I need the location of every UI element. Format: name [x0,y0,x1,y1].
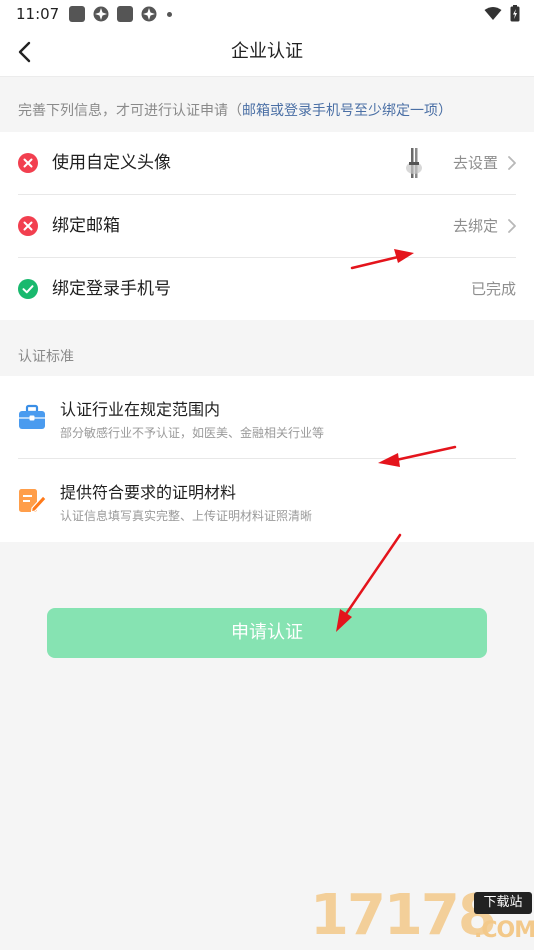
watermark-digits: 17178 [310,883,497,948]
wifi-icon [484,6,502,25]
nav-bar: 企业认证 [0,28,534,77]
notification-more-dot-icon [167,11,173,17]
site-watermark: 17178 下载站 .COM [306,883,534,948]
watermark-tag: 下载站 [474,892,532,914]
battery-icon [510,5,520,26]
apply-certification-button[interactable]: 申请认证 [47,608,487,658]
requirements-notice: 完善下列信息，才可进行认证申请（邮箱或登录手机号至少绑定一项） [18,100,452,120]
standard-item-industry: 认证行业在规定范围内 部分敏感行业不予认证，如医美、金融相关行业等 [0,376,534,458]
notice-prefix: 完善下列信息，才可进行认证申请（ [18,103,242,119]
status-bar: 11:07 [0,0,534,28]
notification-aperture-icon [93,6,109,22]
requirement-status-text: 已完成 [470,280,516,298]
status-time: 11:07 [16,5,60,23]
notice-link-text: 邮箱或登录手机号至少绑定一项 [242,103,438,119]
error-x-icon [18,153,38,173]
document-edit-icon [18,486,47,514]
requirement-label: 绑定邮箱 [52,216,120,236]
requirement-action[interactable]: 去绑定 [453,195,498,257]
check-circle-icon [18,279,38,299]
standard-title: 认证行业在规定范围内 [60,400,221,419]
chevron-right-icon [506,154,518,172]
notification-app-icon-2 [117,6,134,22]
standard-title: 提供符合要求的证明材料 [60,483,237,502]
back-arrow-icon[interactable] [12,38,40,66]
requirement-row-avatar[interactable]: 使用自定义头像 去设置 [0,132,534,194]
standards-section-title: 认证标准 [18,349,74,365]
requirement-action[interactable]: 去设置 [453,132,498,194]
requirements-list: 使用自定义头像 去设置 绑定邮箱 去绑定 绑定登录手机号 已完成 [0,132,534,320]
requirement-label: 使用自定义头像 [52,153,171,173]
briefcase-icon [18,403,46,431]
notification-app-icon [69,6,86,22]
chevron-right-icon [506,217,518,235]
requirement-row-email[interactable]: 绑定邮箱 去绑定 [0,195,534,257]
requirement-row-phone[interactable]: 绑定登录手机号 已完成 [0,258,534,320]
requirement-label: 绑定登录手机号 [52,279,171,299]
standard-item-materials: 提供符合要求的证明材料 认证信息填写真实完整、上传证明材料证照清晰 [0,459,534,541]
error-x-icon [18,216,38,236]
avatar-thumbnail [400,146,428,180]
watermark-domain: .COM [474,918,534,943]
notification-aperture-icon-2 [141,6,157,22]
page-title: 企业认证 [231,41,303,62]
standard-subtitle: 认证信息填写真实完整、上传证明材料证照清晰 [60,509,313,523]
standard-subtitle: 部分敏感行业不予认证，如医美、金融相关行业等 [60,426,325,440]
notice-suffix: ） [438,103,452,119]
standards-list: 认证行业在规定范围内 部分敏感行业不予认证，如医美、金融相关行业等 提供符合要求… [0,376,534,542]
